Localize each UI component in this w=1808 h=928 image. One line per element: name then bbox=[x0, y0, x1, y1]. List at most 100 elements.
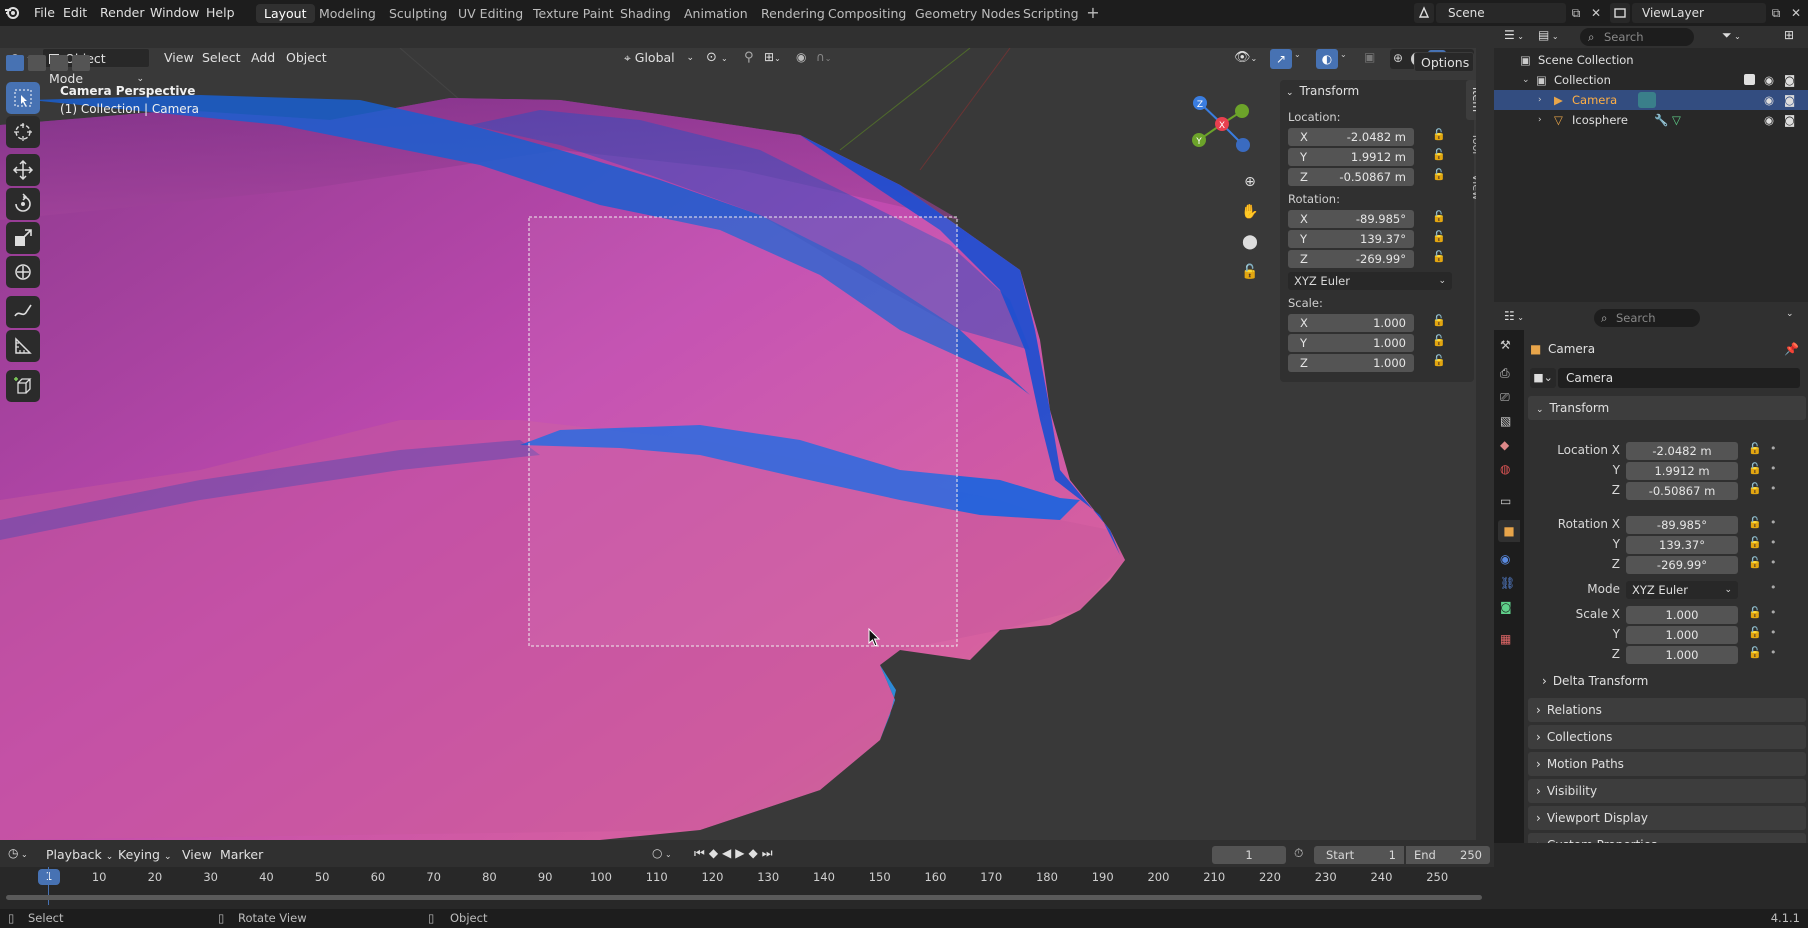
proportional-edit-icon[interactable]: ◉ bbox=[796, 50, 816, 68]
eye-icon[interactable]: ◉ bbox=[1764, 90, 1774, 110]
delete-viewlayer-icon[interactable]: ✕ bbox=[1788, 3, 1804, 23]
visibility-filter-icon[interactable]: 👁⌄ bbox=[1234, 50, 1268, 68]
scale-x-field[interactable]: 1.000 bbox=[1626, 606, 1738, 624]
viewlayer-selector-icon[interactable] bbox=[1610, 3, 1630, 23]
collection-tab-icon[interactable]: ▭ bbox=[1500, 494, 1511, 508]
new-collection-icon[interactable]: ⊞ bbox=[1784, 28, 1802, 46]
lock-icon[interactable]: 🔓 bbox=[1748, 646, 1762, 659]
jump-end-icon[interactable]: ⏭ bbox=[762, 846, 777, 860]
measure-tool[interactable] bbox=[6, 330, 40, 362]
visibility-section-header[interactable]: › Visibility bbox=[1528, 779, 1806, 803]
delta-transform-subpanel[interactable]: › Delta Transform bbox=[1542, 670, 1648, 692]
timeline-view-menu[interactable]: View bbox=[176, 845, 218, 865]
xray-toggle-icon[interactable]: ▣ bbox=[1364, 50, 1382, 68]
tab-modeling[interactable]: Modeling bbox=[311, 4, 384, 23]
object-tab-icon[interactable]: ■ bbox=[1498, 520, 1520, 542]
datablock-type-icon[interactable]: ■⌄ bbox=[1530, 368, 1556, 388]
texture-tab-icon[interactable]: ▦ bbox=[1500, 632, 1511, 646]
tab-texture-paint[interactable]: Texture Paint bbox=[525, 4, 622, 23]
np-rotation-x[interactable]: X -89.985° bbox=[1288, 210, 1414, 228]
filter-icon[interactable]: ⏷ ⌄ bbox=[1722, 28, 1750, 46]
select-extend-icon[interactable] bbox=[28, 55, 46, 71]
lock-icon[interactable]: 🔓 bbox=[1748, 536, 1762, 549]
output-tab-icon[interactable]: ⎚ bbox=[1500, 390, 1510, 405]
properties-options-chevron-icon[interactable]: ⌄ bbox=[1786, 309, 1802, 327]
object-menu[interactable]: Object bbox=[280, 48, 333, 68]
lock-icon[interactable]: 🔓 bbox=[1748, 442, 1762, 455]
next-keyframe-icon[interactable]: ◆ bbox=[749, 846, 762, 860]
lock-icon[interactable]: 🔓 bbox=[1432, 168, 1446, 181]
gizmo-menu-chevron-icon[interactable]: ⌄ bbox=[1294, 50, 1308, 68]
rotation-z-field[interactable]: -269.99° bbox=[1626, 556, 1738, 574]
np-scale-z[interactable]: Z 1.000 bbox=[1288, 354, 1414, 372]
timeline-scrollbar[interactable] bbox=[6, 895, 1482, 900]
annotate-tool[interactable] bbox=[6, 296, 40, 328]
eye-icon[interactable]: ◉ bbox=[1764, 70, 1774, 90]
timeline-editor-type-icon[interactable]: ◷ ⌄ bbox=[8, 846, 38, 864]
lock-icon[interactable]: 🔓 bbox=[1432, 128, 1446, 141]
menu-help[interactable]: Help bbox=[200, 4, 241, 22]
location-z-field[interactable]: -0.50867 m bbox=[1626, 482, 1738, 500]
zoom-icon[interactable]: ⊕ bbox=[1238, 170, 1262, 194]
blender-logo-icon[interactable] bbox=[4, 4, 20, 20]
keyframe-dot-icon[interactable]: • bbox=[1770, 482, 1777, 495]
tab-shading[interactable]: Shading bbox=[612, 4, 679, 23]
cursor-tool[interactable] bbox=[6, 116, 40, 148]
np-rotation-y[interactable]: Y 139.37° bbox=[1288, 230, 1414, 248]
render-tab-icon[interactable]: ⎙ bbox=[1500, 366, 1510, 381]
scene-name-field[interactable]: Scene bbox=[1436, 3, 1566, 23]
playhead[interactable]: 1 bbox=[38, 869, 60, 885]
lock-icon[interactable]: 🔓 bbox=[1748, 516, 1762, 529]
keyframe-dot-icon[interactable]: • bbox=[1770, 606, 1777, 619]
lock-icon[interactable]: 🔓 bbox=[1432, 250, 1446, 263]
rotation-y-field[interactable]: 139.37° bbox=[1626, 536, 1738, 554]
navigation-gizmo[interactable]: X Z Y bbox=[1186, 94, 1256, 164]
rotation-x-field[interactable]: -89.985° bbox=[1626, 516, 1738, 534]
delete-scene-icon[interactable]: ✕ bbox=[1588, 3, 1604, 23]
preview-range-icon[interactable]: ⏱ bbox=[1294, 846, 1310, 864]
marker-menu[interactable]: Marker bbox=[214, 845, 269, 865]
camera-view-icon[interactable]: ⬤ bbox=[1238, 230, 1262, 254]
options-dropdown[interactable]: Options bbox=[1414, 52, 1474, 72]
np-rotation-z[interactable]: Z -269.99° bbox=[1288, 250, 1414, 268]
select-menu[interactable]: Select bbox=[196, 48, 247, 68]
outliner-row-scene-collection[interactable]: ▣ Scene Collection bbox=[1494, 50, 1808, 70]
np-scale-y[interactable]: Y 1.000 bbox=[1288, 334, 1414, 352]
lock-icon[interactable]: 🔓 bbox=[1748, 462, 1762, 475]
wireframe-shading-icon[interactable]: ⊕ bbox=[1393, 51, 1409, 67]
world-tab-icon[interactable]: ◍ bbox=[1500, 462, 1510, 476]
proportional-falloff-icon[interactable]: ∩⌄ bbox=[816, 50, 846, 68]
pan-hand-icon[interactable]: ✋ bbox=[1238, 200, 1262, 224]
select-subtract-icon[interactable] bbox=[50, 55, 68, 71]
scale-y-field[interactable]: 1.000 bbox=[1626, 626, 1738, 644]
camera-render-icon[interactable]: ◙ bbox=[1784, 70, 1795, 90]
np-location-x[interactable]: X -2.0482 m bbox=[1288, 128, 1414, 146]
orientation-dropdown[interactable]: ⌖ Global ⌄ bbox=[618, 48, 696, 68]
lock-icon[interactable]: 🔓 bbox=[1748, 626, 1762, 639]
display-mode-icon[interactable]: ▤ ⌄ bbox=[1538, 28, 1568, 46]
timeline-track-area[interactable] bbox=[0, 867, 1488, 905]
lock-icon[interactable]: 🔓 bbox=[1748, 556, 1762, 569]
keyframe-dot-icon[interactable]: • bbox=[1770, 581, 1777, 594]
np-rotation-mode-dropdown[interactable]: XYZ Euler ⌄ bbox=[1288, 272, 1452, 290]
menu-window[interactable]: Window bbox=[144, 4, 205, 22]
gizmo-toggle-icon[interactable]: ↗ bbox=[1270, 49, 1292, 69]
tab-scripting[interactable]: Scripting bbox=[1015, 4, 1087, 23]
keyframe-dot-icon[interactable]: • bbox=[1770, 646, 1777, 659]
properties-search-input[interactable]: ⌕ Search bbox=[1594, 309, 1700, 327]
camera-data-tab-icon[interactable]: ◙ bbox=[1500, 600, 1512, 614]
np-scale-x[interactable]: X 1.000 bbox=[1288, 314, 1414, 332]
select-new-icon[interactable] bbox=[6, 55, 24, 71]
location-x-field[interactable]: -2.0482 m bbox=[1626, 442, 1738, 460]
mesh-data-icon[interactable]: ▽ bbox=[1672, 110, 1681, 130]
scale-z-field[interactable]: 1.000 bbox=[1626, 646, 1738, 664]
scene-selector-icon[interactable] bbox=[1414, 3, 1434, 23]
tool-tab-icon[interactable]: ⚒ bbox=[1500, 338, 1511, 352]
tab-layout[interactable]: Layout bbox=[256, 4, 315, 23]
lock-icon[interactable]: 🔓 bbox=[1432, 230, 1446, 243]
transform-tool[interactable] bbox=[6, 256, 40, 288]
relations-section-header[interactable]: › Relations bbox=[1528, 698, 1806, 722]
outliner-editor-type-icon[interactable]: ☰ ⌄ bbox=[1504, 28, 1534, 46]
jump-start-icon[interactable]: ⏮ bbox=[694, 846, 709, 860]
menu-file[interactable]: File bbox=[28, 4, 61, 22]
